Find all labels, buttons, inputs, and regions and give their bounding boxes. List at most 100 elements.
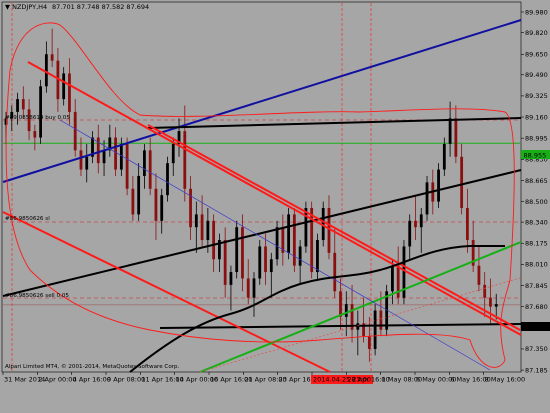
candle-body (339, 291, 342, 317)
candle-body (391, 265, 394, 292)
candle-body (258, 246, 262, 279)
candle-body (316, 240, 319, 273)
candle-body (287, 214, 291, 253)
candle-body (275, 227, 279, 260)
candle-body (454, 118, 458, 157)
candle-body (298, 246, 302, 266)
candle-body (414, 220, 417, 228)
candle-body (194, 214, 198, 228)
candle-body (143, 150, 146, 176)
sl-annotation: #86.9850626 sl (5, 216, 50, 222)
candle-body (125, 143, 129, 189)
candle-body (344, 304, 348, 317)
candle-body (137, 175, 141, 215)
x-tick-label: 9 Apr 08:00 (107, 376, 145, 384)
sell-annotation: #86.9850626 sell 0.05 (5, 293, 69, 299)
candle-body (119, 143, 123, 170)
candle-body (171, 143, 175, 164)
candle-body (379, 310, 383, 330)
symbol-label: ▼ NZDJPY,H4 (5, 3, 47, 11)
candle-body (333, 252, 337, 292)
candle-body (223, 240, 227, 285)
y-tick-label: 88.500 (525, 198, 548, 206)
candle-body (166, 163, 169, 196)
candle-body (246, 278, 250, 298)
candle-body (62, 73, 66, 100)
candle-body (465, 208, 469, 241)
buy-annotation: #89.0858614 buy 0.05 (5, 115, 70, 121)
y-tick-label: 89.160 (525, 113, 548, 121)
svg-text:88.955: 88.955 (524, 151, 547, 159)
y-tick-label: 87.845 (525, 282, 548, 290)
y-tick-label: 88.010 (525, 261, 548, 269)
candle-body (494, 304, 498, 307)
candle-body (68, 73, 71, 112)
y-tick-label: 87.350 (525, 345, 548, 353)
y-tick-label: 88.665 (525, 177, 548, 185)
candle-body (252, 278, 256, 298)
candle-body (114, 137, 117, 170)
y-tick-label: 89.980 (525, 8, 548, 16)
symbol-timeframe: NZDJPY,H4 (12, 3, 47, 11)
candle-body (327, 208, 331, 253)
candle-body (102, 150, 106, 164)
chart-window: ▼ NZDJPY,H4 87.701 87.748 87.582 87.694 … (0, 0, 550, 413)
candle-body (304, 208, 308, 247)
candle-body (148, 150, 152, 189)
candle-body (264, 246, 267, 273)
x-tick-label: 4 Apr 16:00 (73, 376, 111, 384)
candle-body (50, 54, 54, 61)
candle-body (73, 111, 77, 151)
triangle-icon: ▼ (5, 3, 12, 11)
candle-body (131, 188, 135, 215)
candle-body (33, 131, 37, 138)
y-tick-label: 88.995 (525, 134, 548, 142)
y-tick-label: 87.185 (525, 366, 548, 374)
candle-body (489, 297, 492, 307)
candle-body (16, 99, 19, 112)
candle-body (448, 118, 452, 144)
candle-body (477, 265, 481, 285)
y-tick-label: 88.175 (525, 240, 548, 248)
candle-body (79, 150, 83, 170)
candle-body (200, 214, 204, 241)
candle-body (292, 214, 296, 266)
y-tick-label: 88.340 (525, 218, 548, 226)
candle-body (419, 214, 423, 228)
svg-text:87.694: 87.694 (524, 323, 547, 331)
price-chart[interactable]: ▼ NZDJPY,H4 87.701 87.748 87.582 87.694 … (0, 0, 550, 413)
reference-price-tag: 88.955 (521, 150, 550, 159)
x-tick-label: 2 Apr 00:00 (38, 376, 76, 384)
candle-body (229, 272, 233, 285)
candle-body (85, 156, 89, 170)
candle-body (235, 227, 239, 273)
y-tick-label: 87.680 (525, 303, 548, 311)
ohlc-readout: 87.701 87.748 87.582 87.694 (52, 3, 149, 11)
candle-body (241, 227, 244, 279)
candle-body (212, 220, 216, 260)
candle-body (206, 220, 210, 241)
candle-body (269, 259, 273, 273)
candle-body (183, 131, 187, 189)
candle-body (373, 310, 377, 349)
candle-body (160, 195, 164, 221)
candle-body (44, 54, 48, 87)
copyright-text: Alpari Limited MT4, © 2001-2014, MetaQuo… (5, 363, 180, 370)
x-tick-label: 8 May 16:00 (485, 376, 525, 384)
y-tick-label: 89.490 (525, 71, 548, 79)
candle-body (39, 86, 43, 138)
y-tick-label: 89.820 (525, 29, 548, 37)
candle-body (442, 143, 446, 170)
candle-body (483, 284, 487, 298)
candle-body (367, 336, 371, 349)
candle-body (425, 182, 429, 215)
candle-body (154, 188, 158, 221)
candle-body (408, 220, 412, 247)
candle-body (189, 188, 192, 228)
y-tick-label: 89.325 (525, 92, 548, 100)
y-tick-label: 89.650 (525, 51, 548, 59)
candle-body (460, 156, 464, 208)
candle-body (437, 169, 440, 202)
current-price-tag: 87.694 (521, 322, 550, 331)
candle-body (21, 99, 25, 110)
